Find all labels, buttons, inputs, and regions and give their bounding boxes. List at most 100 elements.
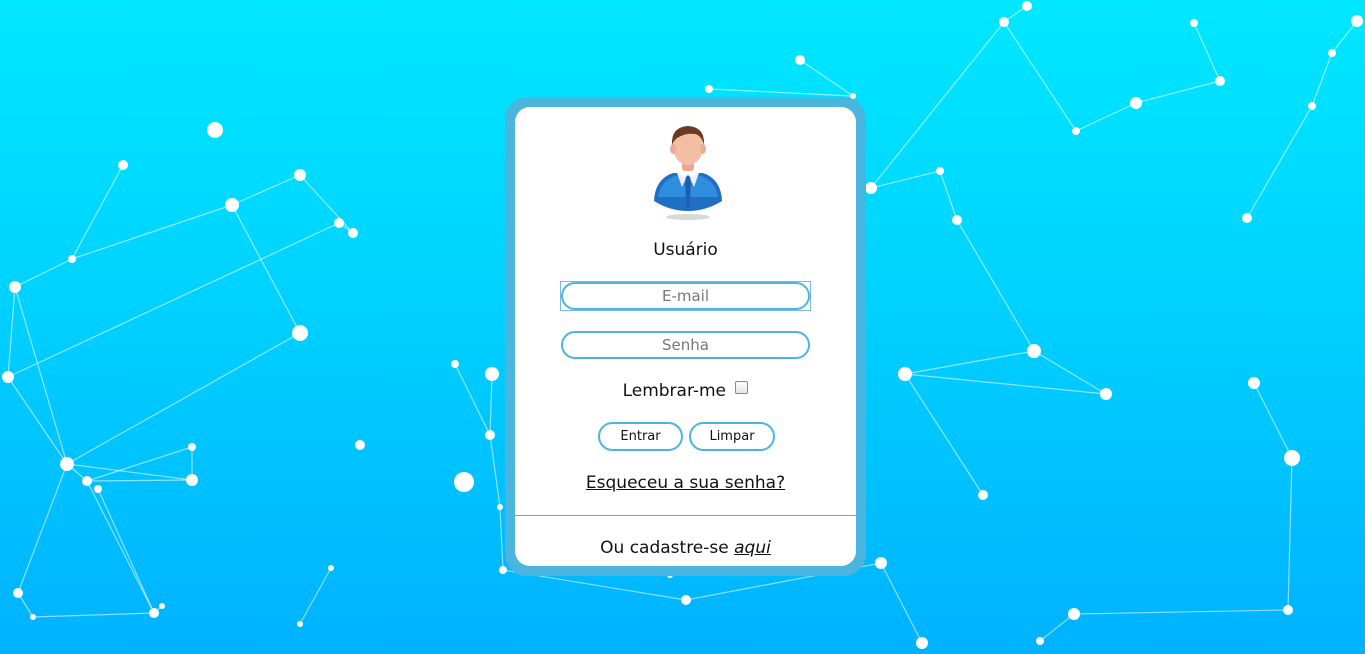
network-node bbox=[13, 588, 23, 598]
network-node bbox=[82, 476, 92, 486]
network-line bbox=[86, 446, 193, 482]
network-line bbox=[86, 480, 155, 614]
network-node bbox=[451, 360, 459, 368]
network-line bbox=[956, 219, 1035, 352]
network-node bbox=[294, 169, 306, 181]
network-node bbox=[681, 595, 691, 605]
network-node bbox=[936, 167, 944, 175]
network-node bbox=[348, 228, 358, 238]
network-line bbox=[489, 373, 493, 436]
network-node bbox=[1248, 377, 1260, 389]
network-node bbox=[952, 215, 962, 225]
network-line bbox=[1003, 21, 1077, 132]
network-line bbox=[231, 204, 301, 334]
network-line bbox=[1311, 52, 1333, 107]
network-node bbox=[297, 621, 303, 627]
email-input[interactable] bbox=[561, 282, 810, 310]
network-node bbox=[159, 603, 165, 609]
network-line bbox=[1135, 80, 1221, 104]
user-title: Usuário bbox=[653, 240, 718, 260]
network-line bbox=[7, 222, 340, 378]
network-line bbox=[7, 376, 68, 465]
network-node bbox=[118, 160, 128, 170]
network-line bbox=[231, 174, 301, 206]
network-node bbox=[292, 325, 308, 341]
network-line bbox=[454, 363, 491, 436]
network-node bbox=[497, 504, 503, 510]
network-node bbox=[1351, 15, 1363, 27]
network-node bbox=[1190, 19, 1198, 27]
network-line bbox=[904, 373, 1107, 395]
network-node bbox=[454, 472, 474, 492]
network-node bbox=[1068, 608, 1080, 620]
signup-prefix: Ou cadastre-se bbox=[600, 538, 729, 558]
clear-button[interactable]: Limpar bbox=[689, 422, 775, 451]
network-line bbox=[299, 567, 332, 625]
network-node bbox=[68, 255, 76, 263]
network-node bbox=[94, 485, 102, 493]
network-line bbox=[1073, 609, 1289, 615]
network-line bbox=[708, 88, 854, 97]
network-line bbox=[799, 59, 854, 97]
network-line bbox=[1075, 102, 1137, 132]
network-line bbox=[499, 506, 504, 571]
network-node bbox=[2, 371, 14, 383]
network-node bbox=[499, 566, 507, 574]
login-card: Usuário Lembrar-me Entrar Limpar Esquece… bbox=[515, 107, 856, 566]
network-line bbox=[14, 286, 68, 465]
network-node bbox=[1027, 344, 1041, 358]
password-field-wrapper bbox=[561, 331, 810, 359]
network-line bbox=[299, 174, 354, 234]
network-line bbox=[939, 170, 958, 221]
network-node bbox=[705, 85, 713, 93]
submit-button[interactable]: Entrar bbox=[598, 422, 683, 451]
network-line bbox=[14, 258, 73, 288]
login-card-frame: Usuário Lembrar-me Entrar Limpar Esquece… bbox=[505, 97, 866, 576]
remember-me-checkbox[interactable] bbox=[735, 381, 749, 394]
network-node bbox=[188, 443, 196, 451]
network-node bbox=[1036, 637, 1044, 645]
network-node bbox=[1283, 605, 1293, 615]
network-node bbox=[999, 17, 1009, 27]
network-node bbox=[1328, 49, 1336, 57]
network-line bbox=[17, 463, 68, 594]
network-node bbox=[1242, 213, 1252, 223]
network-line bbox=[71, 204, 233, 260]
network-node bbox=[485, 430, 495, 440]
network-node bbox=[207, 122, 223, 138]
network-line bbox=[66, 332, 301, 465]
divider bbox=[515, 515, 856, 516]
password-input[interactable] bbox=[561, 331, 810, 359]
signup-link[interactable]: aqui bbox=[734, 538, 771, 558]
network-line bbox=[904, 373, 984, 496]
network-node bbox=[1022, 1, 1032, 11]
network-node bbox=[865, 182, 877, 194]
network-line bbox=[1287, 457, 1293, 611]
network-node bbox=[485, 367, 499, 381]
network-node bbox=[916, 637, 928, 649]
forgot-password-link[interactable]: Esqueceu a sua senha? bbox=[586, 473, 785, 493]
signup-row: Ou cadastre-se aqui bbox=[515, 538, 856, 558]
network-node bbox=[355, 440, 365, 450]
network-node bbox=[1215, 76, 1225, 86]
network-node bbox=[1100, 388, 1112, 400]
email-field-wrapper bbox=[560, 281, 811, 311]
network-line bbox=[1193, 22, 1221, 82]
network-node bbox=[9, 281, 21, 293]
network-node bbox=[30, 614, 36, 620]
network-node bbox=[1072, 127, 1080, 135]
network-node bbox=[1130, 97, 1142, 109]
network-node bbox=[328, 565, 334, 571]
network-line bbox=[1246, 105, 1313, 219]
network-line bbox=[870, 170, 941, 189]
network-line bbox=[97, 488, 155, 614]
network-line bbox=[870, 21, 1005, 189]
network-node bbox=[334, 218, 344, 228]
network-node bbox=[898, 367, 912, 381]
network-node bbox=[1284, 450, 1300, 466]
network-line bbox=[489, 434, 501, 508]
network-node bbox=[60, 457, 74, 471]
network-node bbox=[149, 608, 159, 618]
network-node bbox=[1308, 102, 1316, 110]
network-line bbox=[1331, 20, 1358, 54]
